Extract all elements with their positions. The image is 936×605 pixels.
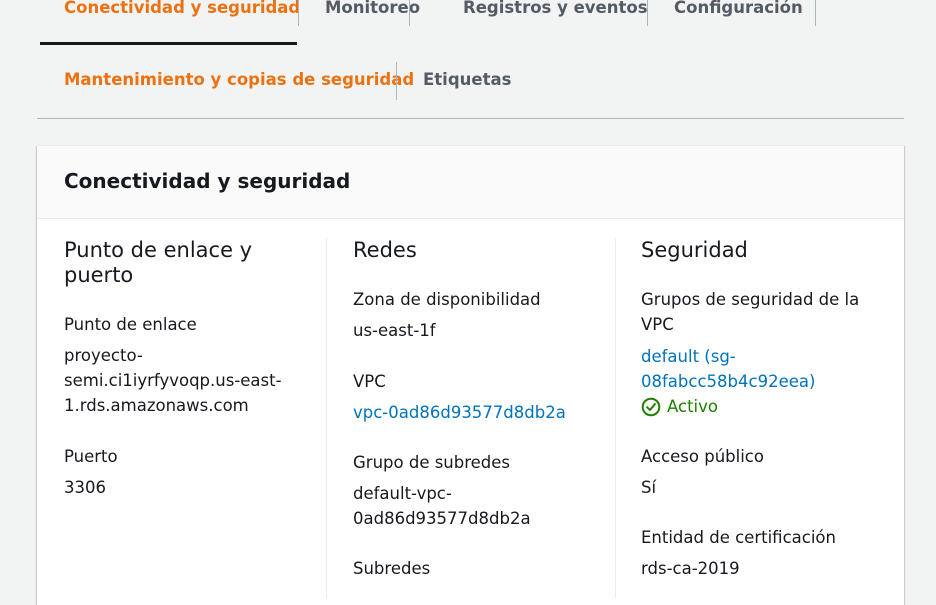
port-label: Puerto (64, 447, 118, 466)
vpc-link[interactable]: vpc-0ad86d93577d8db2a (353, 400, 566, 425)
column-divider (615, 238, 616, 598)
tab-mantenimiento-copias[interactable]: Mantenimiento y copias de seguridad (64, 70, 414, 89)
certificate-authority-value: rds-ca-2019 (641, 559, 740, 578)
tab-separator (298, 0, 299, 26)
active-tab-indicator (40, 42, 297, 45)
panel-title: Conectividad y seguridad (64, 169, 351, 193)
connectivity-security-panel: Conectividad y seguridad Punto de enlace… (37, 145, 904, 605)
tab-separator (396, 62, 397, 100)
tab-conectividad-seguridad[interactable]: Conectividad y seguridad (64, 0, 300, 17)
tab-separator (815, 0, 816, 26)
security-title: Seguridad (641, 238, 748, 262)
tab-separator (647, 0, 648, 26)
security-groups-label: Grupos de seguridad de la VPC (641, 290, 860, 334)
public-access-label: Acceso público (641, 447, 764, 466)
endpoint-port-title: Punto de enlace y puerto (64, 238, 253, 287)
vpc-label: VPC (353, 372, 386, 391)
availability-zone-value: us-east-1f (353, 321, 436, 340)
tab-bar: Conectividad y seguridad Monitoreo Regis… (37, 0, 904, 119)
subnet-group-label: Grupo de subredes (353, 453, 511, 472)
certificate-authority-label: Entidad de certificación (641, 528, 836, 547)
port-value: 3306 (64, 478, 106, 497)
panel-header: Conectividad y seguridad (37, 146, 904, 219)
tab-registros-eventos[interactable]: Registros y eventos (463, 0, 648, 17)
security-column: Seguridad Grupos de seguridad de la VPC … (641, 238, 881, 578)
tab-monitoreo[interactable]: Monitoreo (325, 0, 420, 17)
tab-configuracion[interactable]: Configuración (674, 0, 803, 17)
column-divider (326, 238, 327, 598)
endpoint-port-column: Punto de enlace y puerto Punto de enlace… (64, 238, 314, 497)
endpoint-value: proyecto- semi.ci1iyrfyvoqp.us-east- 1.r… (64, 346, 282, 415)
check-circle-icon (641, 397, 661, 417)
network-title: Redes (353, 238, 417, 262)
public-access-value: Sí (641, 478, 657, 497)
status-text: Activo (667, 397, 718, 416)
endpoint-label: Punto de enlace (64, 315, 197, 334)
network-column: Redes Zona de disponibilidad us-east-1f … (353, 238, 613, 578)
tab-separator (409, 0, 410, 26)
subnet-group-value: default-vpc- 0ad86d93577d8db2a (353, 484, 531, 528)
subnets-label: Subredes (353, 559, 431, 578)
tab-etiquetas[interactable]: Etiquetas (423, 70, 511, 89)
security-group-status: Activo (641, 394, 718, 419)
availability-zone-label: Zona de disponibilidad (353, 290, 541, 309)
security-group-link[interactable]: default (sg- 08fabcc58b4c92eea) (641, 344, 815, 394)
